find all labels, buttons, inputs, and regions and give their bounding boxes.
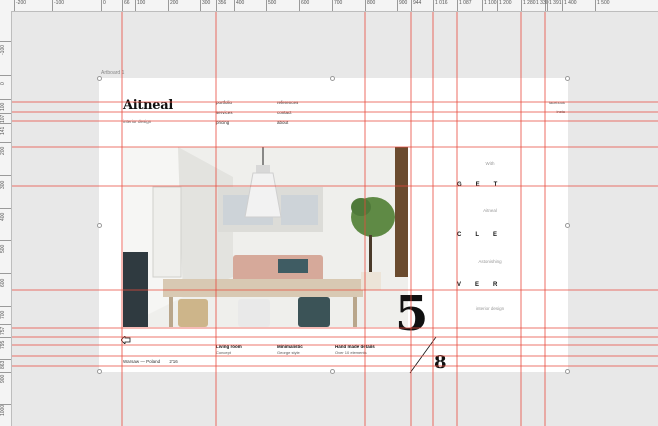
tagline: interior design xyxy=(123,119,152,124)
nav-link-services[interactable]: services xyxy=(216,108,233,118)
resize-handle[interactable] xyxy=(330,369,335,374)
nav-link-portfolio[interactable]: portfolio xyxy=(216,98,233,108)
ruler-left[interactable]: -100 0 100 107 141 200 300 400 500 600 7… xyxy=(0,11,12,426)
ruler-label: -100 xyxy=(0,44,6,55)
ruler-label: 0 xyxy=(103,0,106,6)
footer-city: Warsaw — Poland xyxy=(123,359,161,364)
ruler-label: 944 xyxy=(413,0,422,6)
feature-subtitle: Over 10 elements xyxy=(335,350,367,355)
feature-subtitle: Concept xyxy=(216,350,231,355)
ruler-label: 1 391 xyxy=(549,0,562,6)
ruler-label: 200 xyxy=(170,0,179,6)
nav-link-contact[interactable]: contact xyxy=(277,108,298,118)
ruler-label: 107 xyxy=(0,114,6,123)
feature-subtitle: George style xyxy=(277,350,300,355)
ruler-label: 900 xyxy=(399,0,408,6)
ruler-label: 757 xyxy=(0,326,6,335)
nav-link-about[interactable]: about xyxy=(277,118,298,128)
ruler-label: 795 xyxy=(0,340,6,349)
ruler-label: 66 xyxy=(124,0,130,6)
resize-handle[interactable] xyxy=(97,369,102,374)
word-ver: VER xyxy=(457,282,512,288)
ruler-label: 400 xyxy=(0,212,6,221)
artboard-label[interactable]: Artboard 1 xyxy=(101,70,124,76)
nav-column-2: references contact about xyxy=(277,98,298,128)
ruler-label: -100 xyxy=(54,0,65,6)
ruler-label: 700 xyxy=(0,310,6,319)
ruler-label: 356 xyxy=(218,0,227,6)
ruler-top[interactable]: -200 -100 0 66 100 200 300 356 400 500 6… xyxy=(0,0,658,12)
ruler-label: 100 xyxy=(137,0,146,6)
ruler-label: 1 200 xyxy=(499,0,512,6)
hero-photo xyxy=(123,147,408,327)
ruler-label: 1 100 xyxy=(484,0,497,6)
ruler-label: 700 xyxy=(334,0,343,6)
ruler-label: 300 xyxy=(202,0,211,6)
nav-link-references[interactable]: references xyxy=(277,98,298,108)
resize-handle[interactable] xyxy=(565,369,570,374)
ruler-label: 1 500 xyxy=(597,0,610,6)
social-link-insta[interactable]: insta xyxy=(557,109,565,114)
ruler-label: 0 xyxy=(0,82,6,85)
caption-astonishing: Astonishing xyxy=(478,259,502,264)
with-label: With xyxy=(485,161,495,166)
caption-aitneal: Aitneal xyxy=(483,208,497,213)
ruler-label: 600 xyxy=(0,278,6,287)
ruler-label: 1 016 xyxy=(435,0,448,6)
ruler-label: 1 400 xyxy=(564,0,577,6)
ruler-label: 500 xyxy=(0,244,6,253)
fraction-numerator: 5 xyxy=(395,286,429,342)
ruler-label: 300 xyxy=(0,180,6,189)
feature-title: Hand made details xyxy=(335,344,375,349)
ruler-label: 400 xyxy=(236,0,245,6)
ruler-label: 1 280 xyxy=(523,0,536,6)
resize-handle[interactable] xyxy=(565,76,570,81)
ruler-label: 863 xyxy=(0,360,6,369)
footer-location: Warsaw — Poland 2'16 xyxy=(123,359,178,364)
resize-handle[interactable] xyxy=(97,223,102,228)
nav-link-pricing[interactable]: pricing xyxy=(216,118,233,128)
caption-interior-design: interior design xyxy=(475,306,505,311)
ruler-label: 1 087 xyxy=(459,0,472,6)
arrow-icon[interactable] xyxy=(121,336,131,344)
ruler-label: 200 xyxy=(0,146,6,155)
ruler-label: 600 xyxy=(301,0,310,6)
ruler-label: 800 xyxy=(367,0,376,6)
ruler-label: 100 xyxy=(0,102,6,111)
feature-title: Minimalistic xyxy=(277,344,303,349)
footer-year: 2'16 xyxy=(169,359,178,364)
ruler-label: 1000 xyxy=(0,404,6,416)
ruler-label: -200 xyxy=(16,0,27,6)
ruler-label: 141 xyxy=(0,126,6,135)
ruler-label: 500 xyxy=(268,0,277,6)
word-cle: CLE xyxy=(457,232,511,238)
ruler-label: 900 xyxy=(0,374,6,383)
resize-handle[interactable] xyxy=(97,76,102,81)
resize-handle[interactable] xyxy=(330,76,335,81)
fraction-slash xyxy=(409,336,437,374)
interior-illustration xyxy=(123,147,408,327)
logo[interactable]: Aitneal xyxy=(123,98,173,113)
resize-handle[interactable] xyxy=(565,223,570,228)
feature-title: Living room xyxy=(216,344,242,349)
nav-column-1: portfolio services pricing xyxy=(216,98,233,128)
word-get: GET xyxy=(457,182,512,188)
social-link-facebook[interactable]: facebook xyxy=(549,100,565,105)
